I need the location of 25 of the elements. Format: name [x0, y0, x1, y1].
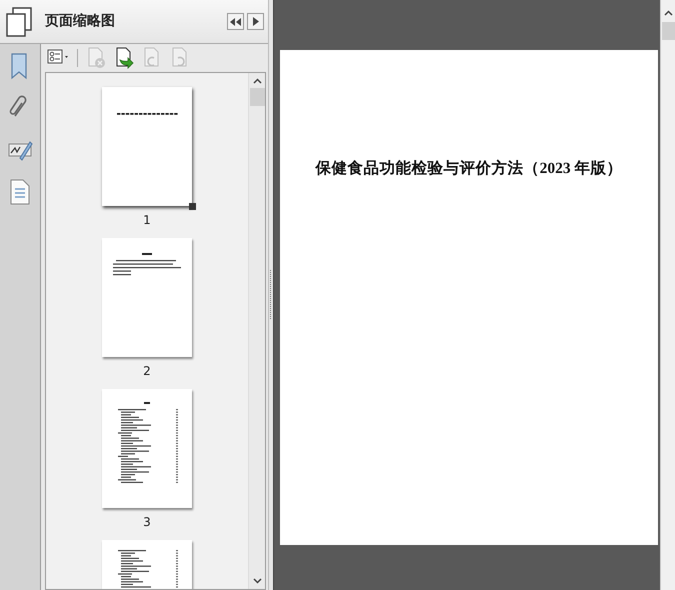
scrollbar[interactable] [660, 0, 675, 590]
scroll-thumb[interactable] [250, 88, 264, 106]
panel-title: 页面缩略图 [45, 12, 116, 31]
right-arrow-icon [252, 17, 258, 26]
splitter[interactable] [268, 0, 274, 590]
page-number: 3 [143, 514, 151, 530]
double-left-arrow-icon [230, 18, 241, 26]
scroll-up-icon[interactable] [664, 10, 672, 16]
resize-handle[interactable] [189, 203, 196, 210]
document-title: 保健食品功能检验与评价方法（2023 年版） [316, 160, 622, 177]
scroll-up-icon[interactable] [252, 78, 262, 84]
page-arrow-icon [114, 47, 134, 69]
page-thumbnail[interactable] [102, 87, 192, 206]
scrollbar[interactable] [248, 73, 265, 589]
scroll-thumb[interactable] [662, 22, 674, 40]
page-thumbnail[interactable] [102, 389, 192, 508]
collapse-button[interactable] [247, 13, 264, 30]
options-button[interactable] [227, 13, 244, 30]
pages-icon [5, 6, 33, 36]
page-number: 1 [143, 212, 151, 228]
page-number: 2 [143, 363, 151, 379]
page-arrow-button[interactable] [114, 47, 134, 69]
scroll-down-icon[interactable] [252, 578, 262, 584]
delete-page-icon [86, 47, 106, 69]
page-thumbnail[interactable] [102, 238, 192, 357]
